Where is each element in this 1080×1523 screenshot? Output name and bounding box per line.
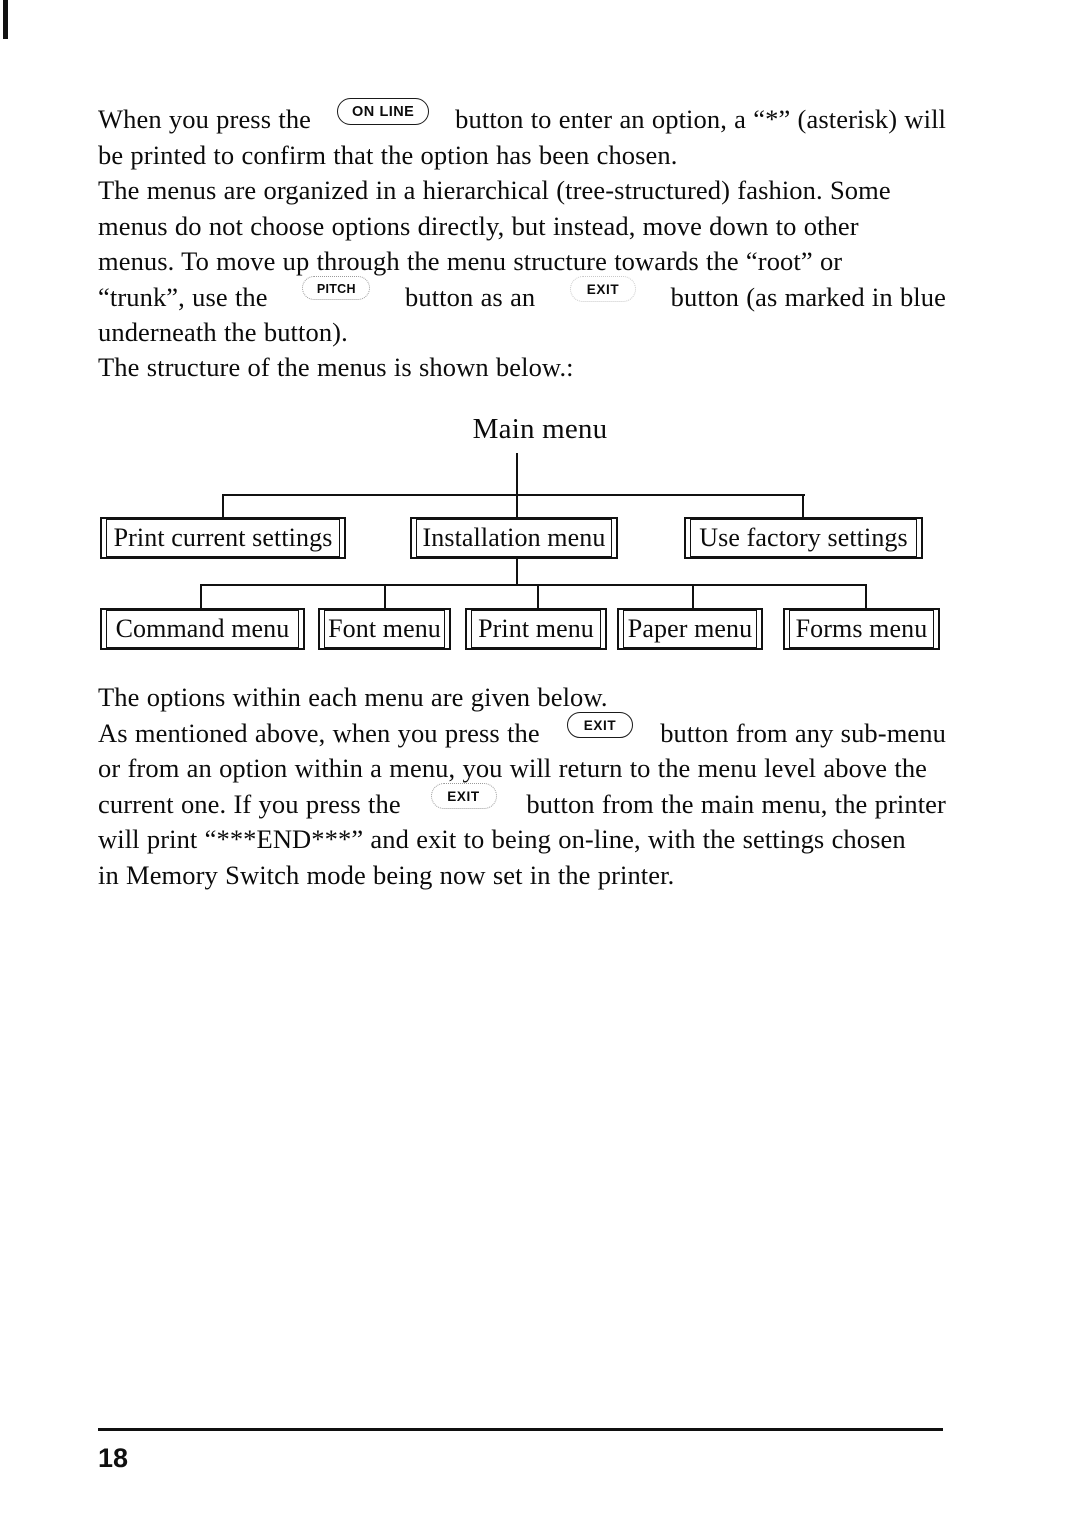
exit-key-icon-inline-1: EXIT bbox=[569, 275, 636, 302]
connector-drop-print-current-settings bbox=[222, 494, 225, 517]
node-use-factory-settings-label: Use factory settings bbox=[699, 523, 908, 552]
connector-drop-installation-menu bbox=[516, 494, 519, 517]
node-paper-menu-inner: Paper menu bbox=[623, 610, 757, 648]
connector-drop-use-factory-settings bbox=[802, 494, 805, 517]
node-command-menu[interactable]: Command menu bbox=[100, 608, 305, 650]
p2-line4-part-a: “trunk”, use the bbox=[98, 281, 268, 312]
node-print-menu-inner: Print menu bbox=[471, 610, 601, 648]
paragraph-4-line-2: As mentioned above, when you press the E… bbox=[98, 711, 946, 752]
connector-level2-bus bbox=[201, 584, 867, 587]
exit-key-icon-inline-2: EXIT bbox=[566, 711, 633, 738]
node-use-factory-settings-inner: Use factory settings bbox=[690, 519, 917, 557]
node-paper-menu[interactable]: Paper menu bbox=[617, 608, 763, 650]
connector-drop-print-menu bbox=[537, 584, 540, 608]
node-forms-menu-label: Forms menu bbox=[795, 614, 928, 643]
pitch-key-icon: PITCH bbox=[302, 275, 371, 300]
menu-structure-diagram: Main menu Print current settings Install… bbox=[0, 405, 1080, 665]
p2-line3-text: menus. To move up through the menu struc… bbox=[98, 246, 843, 276]
p4-line3-text: or from an option within a menu, you wil… bbox=[98, 753, 928, 783]
paragraph-2-line-3: menus. To move up through the menu struc… bbox=[98, 244, 946, 280]
p1-line1-part-b: button to enter an option, a “*” (asteri… bbox=[455, 104, 946, 134]
node-command-menu-label: Command menu bbox=[115, 614, 290, 643]
paragraph-4-line-1: The options within each menu are given b… bbox=[98, 682, 608, 712]
node-print-menu-label: Print menu bbox=[478, 614, 594, 643]
connector-installation-stem bbox=[516, 559, 519, 585]
paragraph-3-line-1: The structure of the menus is shown belo… bbox=[98, 352, 574, 382]
paragraph-2-line-2: menus do not choose options directly, bu… bbox=[98, 209, 946, 245]
node-font-menu[interactable]: Font menu bbox=[318, 608, 451, 650]
paragraph-1-line-1: When you press the ON LINE button to ent… bbox=[98, 98, 946, 138]
connector-drop-paper-menu bbox=[692, 584, 695, 608]
p4-line4-part-b: button from the main menu, the printer bbox=[526, 788, 946, 819]
diagram-lead-in-text: The structure of the menus is shown belo… bbox=[98, 350, 946, 386]
node-print-menu[interactable]: Print menu bbox=[465, 608, 607, 650]
connector-drop-command-menu bbox=[200, 584, 203, 608]
connector-level1-bus bbox=[223, 494, 805, 497]
p4-line2-part-b: button from any sub-menu bbox=[660, 717, 946, 748]
connector-drop-font-menu bbox=[384, 584, 387, 608]
paragraph-2-line-5: underneath the button). bbox=[98, 317, 348, 347]
node-font-menu-inner: Font menu bbox=[324, 610, 445, 648]
p2-line4-part-b: button as an bbox=[405, 281, 536, 312]
connector-drop-forms-menu bbox=[865, 584, 868, 608]
p4-line2-part-a: As mentioned above, when you press the bbox=[98, 717, 540, 748]
node-forms-menu[interactable]: Forms menu bbox=[783, 608, 940, 650]
node-paper-menu-label: Paper menu bbox=[627, 614, 753, 643]
node-forms-menu-inner: Forms menu bbox=[789, 610, 934, 648]
node-font-menu-label: Font menu bbox=[328, 614, 441, 643]
node-command-menu-inner: Command menu bbox=[106, 610, 299, 648]
p1-line1-part-a: When you press the bbox=[98, 104, 312, 134]
node-print-current-settings[interactable]: Print current settings bbox=[100, 517, 346, 559]
on-line-key-icon: ON LINE bbox=[337, 98, 430, 125]
node-use-factory-settings[interactable]: Use factory settings bbox=[684, 517, 923, 559]
diagram-root-label: Main menu bbox=[472, 413, 608, 445]
p2-line4-part-c: button (as marked in blue bbox=[670, 281, 946, 312]
intro-text-block: When you press the ON LINE button to ent… bbox=[98, 98, 946, 351]
page-number: 18 bbox=[98, 1443, 129, 1473]
node-installation-menu[interactable]: Installation menu bbox=[410, 517, 618, 559]
node-print-current-settings-label: Print current settings bbox=[113, 523, 333, 552]
paragraph-2-line-4: “trunk”, use the PITCH button as an EXIT… bbox=[98, 275, 946, 316]
paragraph-4-line-6: in Memory Switch mode being now set in t… bbox=[98, 859, 675, 890]
p4-line4-part-a: current one. If you press the bbox=[98, 788, 401, 819]
node-installation-menu-label: Installation menu bbox=[422, 523, 606, 552]
node-installation-menu-inner: Installation menu bbox=[416, 519, 612, 557]
paragraph-4-line-4: current one. If you press the EXIT butto… bbox=[98, 782, 946, 823]
closing-text-block: The options within each menu are given b… bbox=[98, 680, 946, 893]
connector-root-stem bbox=[516, 453, 519, 495]
footer-divider bbox=[98, 1428, 943, 1431]
paragraph-4-line-5: will print “***END***” and exit to being… bbox=[98, 822, 946, 858]
node-print-current-settings-inner: Print current settings bbox=[106, 519, 340, 557]
document-page: When you press the ON LINE button to ent… bbox=[0, 0, 1080, 1523]
paragraph-1-line-2: be printed to confirm that the option ha… bbox=[98, 139, 678, 170]
paragraph-4-line-3: or from an option within a menu, you wil… bbox=[98, 751, 946, 787]
exit-key-icon-inline-3: EXIT bbox=[430, 782, 497, 809]
p2-line2-text: menus do not choose options directly, bu… bbox=[98, 210, 859, 241]
paragraph-2-line-1: The menus are organized in a hierarchica… bbox=[98, 175, 891, 205]
p4-line5-text: will print “***END***” and exit to being… bbox=[98, 824, 906, 854]
